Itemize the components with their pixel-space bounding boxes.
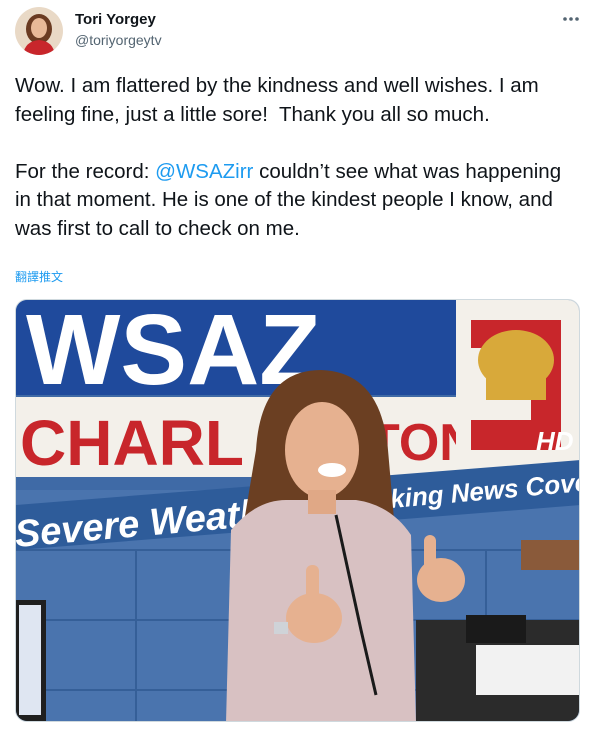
tweet: Tori Yorgey @toriyorgeytv Wow. I am flat… (0, 0, 592, 736)
sign-charleston-left: CHARL (20, 407, 244, 479)
more-icon[interactable] (558, 6, 584, 32)
author-handle[interactable]: @toriyorgeytv (75, 31, 162, 49)
avatar[interactable] (15, 7, 63, 55)
tweet-photo[interactable]: WSAZ CHARL TON HD Severe Weath king News… (15, 299, 580, 722)
sign-hd: HD (536, 426, 574, 456)
author-name[interactable]: Tori Yorgey (75, 11, 156, 29)
translate-tweet-link[interactable]: 翻譯推文 (15, 269, 63, 285)
tweet-text: Wow. I am flattered by the kindness and … (15, 72, 580, 243)
mention-link[interactable]: @WSAZirr (155, 160, 253, 183)
photo-scene: WSAZ CHARL TON HD Severe Weath king News… (16, 300, 579, 721)
